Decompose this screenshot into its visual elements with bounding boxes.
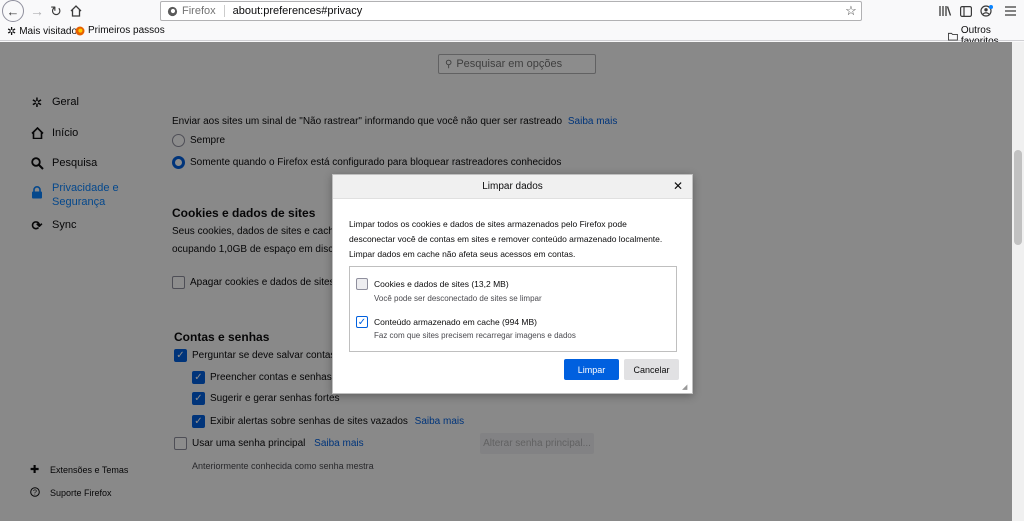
bookmark-star-icon[interactable]: ☆ [841,3,861,19]
checkmark-icon: ✓ [357,316,367,328]
bookmarks-toolbar: ✲ Mais visitados Primeiros passos Outros… [0,22,1024,47]
dialog-desc-line3: Limpar dados em cache não afeta seus ace… [349,249,576,259]
dialog-titlebar: Limpar dados [333,175,692,199]
arrow-left-icon: ← [6,3,20,19]
reload-button[interactable]: ↻ [46,1,66,21]
home-icon [70,5,82,17]
sidebar-icon [960,5,972,17]
library-icon [938,6,951,16]
resize-grip-icon[interactable]: ◢ [682,383,690,391]
dialog-title: Limpar dados [482,181,543,192]
browser-toolbar: ← → ↻ Firefox about:preferences#privacy … [0,0,1024,22]
cookies-option-label: Cookies e dados de sites (13,2 MB) [374,279,509,289]
reload-icon: ↻ [50,2,62,19]
dialog-desc-line2: desconectar você de contas em sites e re… [349,234,663,244]
bookmark-label: Mais visitados [19,26,83,37]
account-icon [980,5,993,17]
sidebar-button[interactable] [956,1,976,21]
clear-button[interactable]: Limpar [564,359,619,380]
bookmark-most-visited[interactable]: ✲ Mais visitados [7,25,82,38]
library-button[interactable] [935,1,955,21]
firefox-logo-icon [167,6,178,16]
cancel-button[interactable]: Cancelar [624,359,679,380]
clear-options-box: Cookies e dados de sites (13,2 MB) Você … [349,266,677,352]
account-button[interactable] [977,1,997,21]
home-button[interactable] [66,1,86,21]
close-icon[interactable]: ✕ [670,178,686,194]
identity-box[interactable]: Firefox [161,5,216,17]
dialog-desc-line1: Limpar todos os cookies e dados de sites… [349,219,627,229]
url-text[interactable]: about:preferences#privacy [233,5,841,17]
menu-button[interactable] [1000,1,1020,21]
hamburger-icon [1004,6,1016,16]
back-button[interactable]: ← [2,0,24,22]
identity-label: Firefox [182,5,216,17]
clear-data-dialog: Limpar dados ✕ Limpar todos os cookies e… [332,174,693,394]
forward-button[interactable]: → [27,1,47,21]
cookies-option-sub: Você pode ser desconectado de sites se l… [374,294,542,303]
folder-icon [948,32,958,41]
firefox-logo-icon [75,26,85,35]
cookies-option-checkbox[interactable] [356,278,368,290]
url-bar[interactable]: Firefox about:preferences#privacy ☆ [160,1,862,21]
page-scrollbar[interactable] [1012,42,1024,521]
cache-option-label: Conteúdo armazenado em cache (994 MB) [374,317,538,327]
bookmark-getting-started[interactable]: Primeiros passos [75,25,165,36]
bookmark-label: Primeiros passos [88,25,165,36]
cache-option-checkbox[interactable]: ✓ [356,316,368,328]
arrow-right-icon: → [30,3,44,19]
gear-icon: ✲ [7,26,17,38]
dialog-description: Limpar todos os cookies e dados de sites… [349,217,679,262]
scrollbar-thumb[interactable] [1014,150,1022,245]
cache-option-sub: Faz com que sites precisem recarregar im… [374,331,576,340]
url-separator [223,5,225,17]
